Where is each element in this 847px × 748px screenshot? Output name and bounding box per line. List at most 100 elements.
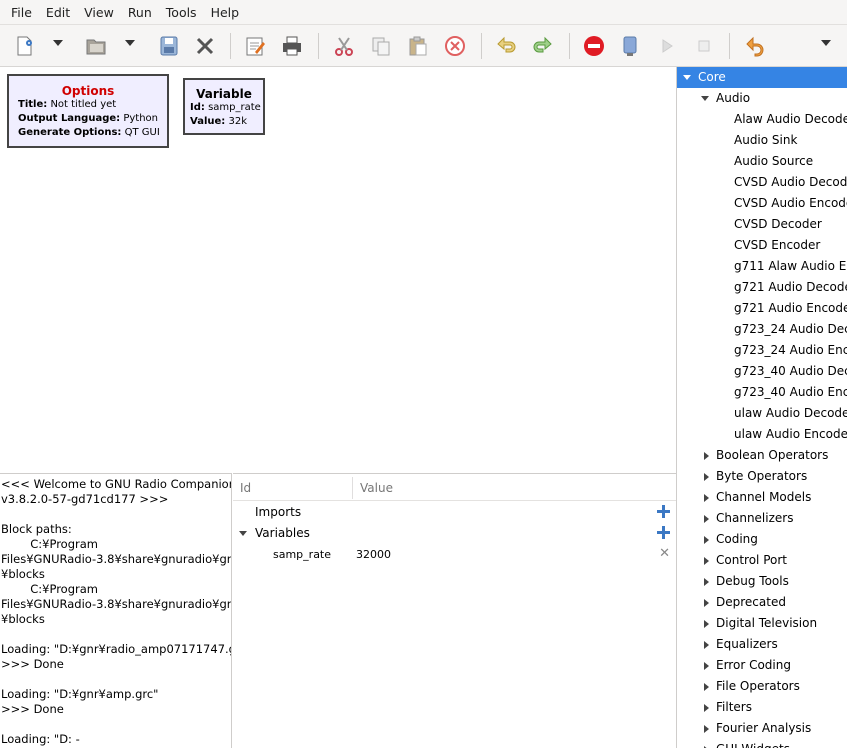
variable-row-samp-rate[interactable]: samp_rate 32000 ✕ xyxy=(233,544,676,565)
expand-category-icon[interactable] xyxy=(704,557,709,565)
add-variable-icon[interactable] xyxy=(657,526,670,539)
tree-category[interactable]: Filters xyxy=(677,697,847,718)
generate-icon[interactable] xyxy=(618,34,642,58)
tree-category[interactable]: Error Coding xyxy=(677,655,847,676)
options-block[interactable]: Options Title: Not titled yet Output Lan… xyxy=(7,74,169,148)
expand-category-icon[interactable] xyxy=(704,473,709,481)
variable-id-row: Id: samp_rate xyxy=(190,102,261,113)
save-icon[interactable] xyxy=(157,34,181,58)
tree-category-label: Fourier Analysis xyxy=(716,721,812,735)
variables-row[interactable]: Variables xyxy=(233,523,676,544)
undo-icon[interactable] xyxy=(494,34,518,58)
tree-audio-label: Audio xyxy=(716,91,751,105)
tree-category-label: Coding xyxy=(716,532,758,546)
tree-category[interactable]: Boolean Operators xyxy=(677,445,847,466)
variable-block[interactable]: Variable Id: samp_rate Value: 32k xyxy=(183,78,265,135)
menu-run[interactable]: Run xyxy=(121,5,159,20)
menu-file[interactable]: File xyxy=(4,5,39,20)
console-output[interactable]: <<< Welcome to GNU Radio Companion v3.8.… xyxy=(0,473,232,748)
expand-category-icon[interactable] xyxy=(704,662,709,670)
copy-icon[interactable] xyxy=(369,34,393,58)
delete-icon[interactable] xyxy=(443,34,467,58)
tree-leaf-item[interactable]: g723_40 Audio Encod xyxy=(677,382,847,403)
column-value[interactable]: Value xyxy=(360,481,393,495)
tree-category[interactable]: Channelizers xyxy=(677,508,847,529)
tree-leaf-item[interactable]: g723_24 Audio Decod xyxy=(677,319,847,340)
tree-category[interactable]: Equalizers xyxy=(677,634,847,655)
expand-category-icon[interactable] xyxy=(704,683,709,691)
menu-tools[interactable]: Tools xyxy=(159,5,204,20)
paste-icon[interactable] xyxy=(406,34,430,58)
tree-category[interactable]: Debug Tools xyxy=(677,571,847,592)
expand-category-icon[interactable] xyxy=(704,725,709,733)
stop-icon[interactable] xyxy=(692,34,716,58)
collapse-core-icon[interactable] xyxy=(683,75,691,80)
tree-category[interactable]: Deprecated xyxy=(677,592,847,613)
imports-row[interactable]: Imports xyxy=(233,502,676,523)
tree-category[interactable]: Fourier Analysis xyxy=(677,718,847,739)
kill-icon[interactable] xyxy=(582,34,606,58)
remove-variable-icon[interactable]: ✕ xyxy=(659,547,670,560)
tree-category-label: Error Coding xyxy=(716,658,791,672)
expand-category-icon[interactable] xyxy=(704,599,709,607)
tree-leaf-item[interactable]: Audio Sink xyxy=(677,130,847,151)
tree-leaf-item[interactable]: CVSD Audio Encoder ( xyxy=(677,193,847,214)
expand-category-icon[interactable] xyxy=(704,578,709,586)
expand-category-icon[interactable] xyxy=(704,536,709,544)
tree-category[interactable]: Channel Models xyxy=(677,487,847,508)
expand-category-icon[interactable] xyxy=(704,620,709,628)
add-import-icon[interactable] xyxy=(657,505,670,518)
tree-leaf-item[interactable]: CVSD Audio Decoder xyxy=(677,172,847,193)
tree-leaf-item[interactable]: g721 Audio Decoder xyxy=(677,277,847,298)
properties-icon[interactable] xyxy=(243,34,267,58)
tree-leaf-item[interactable]: ulaw Audio Decoder xyxy=(677,403,847,424)
tree-category[interactable]: GUI Widgets xyxy=(677,739,847,748)
tree-category[interactable]: Digital Television xyxy=(677,613,847,634)
tree-leaf-item[interactable]: g711 Alaw Audio Enco xyxy=(677,256,847,277)
redo-icon[interactable] xyxy=(531,34,555,58)
menu-edit[interactable]: Edit xyxy=(39,5,77,20)
imports-label: Imports xyxy=(255,505,302,519)
tree-item-audio[interactable]: Audio xyxy=(677,88,847,109)
tree-category[interactable]: Control Port xyxy=(677,550,847,571)
tree-leaf-item[interactable]: Alaw Audio Decoder xyxy=(677,109,847,130)
rotate-icon[interactable] xyxy=(743,34,767,58)
menu-help[interactable]: Help xyxy=(204,5,247,20)
tree-category[interactable]: Coding xyxy=(677,529,847,550)
expand-category-icon[interactable] xyxy=(704,452,709,460)
open-dropdown-icon[interactable] xyxy=(125,40,135,46)
cut-icon[interactable] xyxy=(332,34,356,58)
new-file-icon[interactable] xyxy=(12,34,36,58)
flowgraph-canvas[interactable]: Options Title: Not titled yet Output Lan… xyxy=(0,67,676,473)
tree-item-core[interactable]: Core xyxy=(677,67,847,88)
tree-category[interactable]: Byte Operators xyxy=(677,466,847,487)
expand-category-icon[interactable] xyxy=(704,641,709,649)
toolbar-overflow-icon[interactable] xyxy=(821,40,831,46)
tree-leaf-item[interactable]: g723_24 Audio Encod xyxy=(677,340,847,361)
tree-leaf-label: CVSD Audio Decoder xyxy=(734,175,847,189)
expand-category-icon[interactable] xyxy=(704,494,709,502)
new-dropdown-icon[interactable] xyxy=(53,40,63,46)
tree-leaf-item[interactable]: CVSD Decoder xyxy=(677,214,847,235)
collapse-audio-icon[interactable] xyxy=(701,96,709,101)
tree-leaf-label: Alaw Audio Decoder xyxy=(734,112,847,126)
tree-leaf-item[interactable]: Audio Source xyxy=(677,151,847,172)
tree-leaf-item[interactable]: ulaw Audio Encoder xyxy=(677,424,847,445)
tree-leaf-label: g721 Audio Encoder xyxy=(734,301,847,315)
column-id[interactable]: Id xyxy=(240,481,251,495)
tree-leaf-item[interactable]: CVSD Encoder xyxy=(677,235,847,256)
tree-leaf-item[interactable]: g721 Audio Encoder xyxy=(677,298,847,319)
close-icon[interactable] xyxy=(193,34,217,58)
menu-view[interactable]: View xyxy=(77,5,121,20)
expand-category-icon[interactable] xyxy=(704,515,709,523)
tree-category[interactable]: File Operators xyxy=(677,676,847,697)
tree-leaf-label: g723_40 Audio Encod xyxy=(734,385,847,399)
expand-category-icon[interactable] xyxy=(704,704,709,712)
tree-leaf-item[interactable]: g723_40 Audio Decod xyxy=(677,361,847,382)
expand-variables-icon[interactable] xyxy=(239,531,247,536)
tree-category-label: GUI Widgets xyxy=(716,742,790,748)
tree-category-label: Debug Tools xyxy=(716,574,789,588)
open-file-icon[interactable] xyxy=(84,34,108,58)
print-icon[interactable] xyxy=(280,34,304,58)
execute-icon[interactable] xyxy=(655,34,679,58)
